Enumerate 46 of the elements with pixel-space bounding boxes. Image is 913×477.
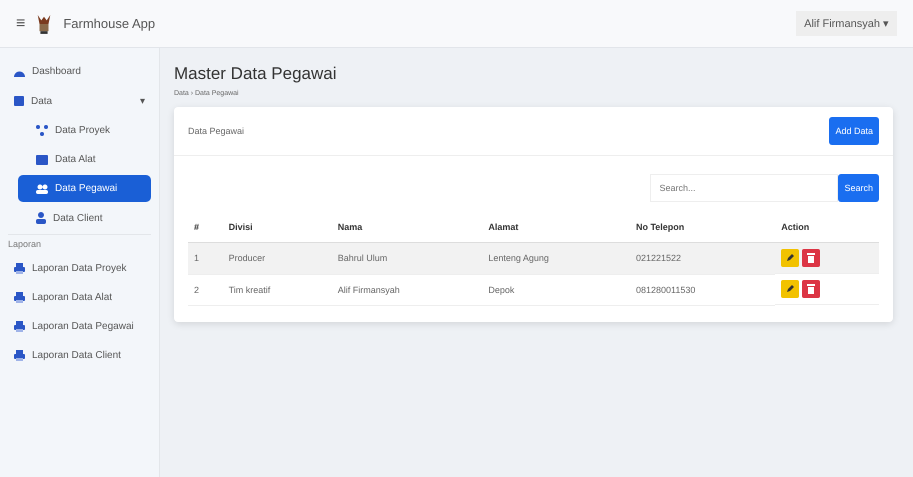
- printer-icon: [14, 321, 25, 332]
- search-field[interactable]: Search...: [650, 174, 838, 202]
- users-icon: [36, 184, 48, 194]
- add-data-button[interactable]: Add Data: [829, 117, 879, 145]
- box-icon: [36, 154, 48, 164]
- delete-button[interactable]: [802, 280, 820, 298]
- sidebar-item[interactable]: Laporan Data Alat: [8, 284, 151, 311]
- trash-icon: [807, 253, 816, 263]
- table-cell: 2: [188, 274, 223, 305]
- table-cell: Lenteng Agung: [482, 242, 630, 274]
- table-cell: Tim kreatif: [222, 274, 332, 305]
- app-title[interactable]: Farmhouse App: [63, 16, 156, 31]
- sidebar-item[interactable]: Data Proyek: [18, 117, 151, 144]
- card-title: Data Pegawai: [188, 126, 244, 136]
- search-button[interactable]: Search: [838, 174, 879, 202]
- sidebar-item[interactable]: Data Alat: [18, 146, 151, 173]
- page-title: Master Data Pegawai: [174, 64, 338, 84]
- user-menu[interactable]: Alif Firmansyah ▾: [796, 11, 897, 36]
- menu-icon[interactable]: ≡: [16, 14, 26, 32]
- pencil-icon: [786, 285, 794, 293]
- table-cell: 021221522: [630, 242, 776, 274]
- table-cell: Bahrul Ulum: [332, 242, 482, 274]
- edit-button[interactable]: [781, 249, 800, 267]
- sidebar-item[interactable]: Laporan Data Pegawai: [8, 313, 151, 340]
- edit-button[interactable]: [781, 280, 800, 298]
- sidebar-heading: Laporan: [8, 234, 151, 253]
- delete-button[interactable]: [802, 249, 820, 267]
- sidebar-item[interactable]: Laporan Data Proyek: [8, 255, 151, 282]
- nodes-icon: [36, 125, 48, 136]
- table-cell: 1: [188, 242, 223, 274]
- square-icon: [14, 96, 24, 106]
- trash-icon: [807, 284, 816, 294]
- sidebar-item[interactable]: Data Pegawai: [18, 175, 151, 202]
- table-cell: 081280011530: [630, 274, 776, 305]
- sidebar-item[interactable]: Dashboard: [8, 58, 151, 85]
- printer-icon: [14, 350, 25, 361]
- pencil-icon: [786, 254, 794, 262]
- printer-icon: [14, 263, 25, 274]
- printer-icon: [14, 292, 25, 303]
- table-cell: Producer: [222, 242, 332, 274]
- table-cell: Depok: [482, 274, 630, 305]
- sidebar-item[interactable]: Laporan Data Client: [8, 342, 151, 369]
- user-icon: [36, 212, 46, 224]
- sidebar-item[interactable]: Data ▾: [8, 87, 151, 115]
- sidebar-item[interactable]: Data Client: [18, 204, 151, 232]
- table-cell: Alif Firmansyah: [332, 274, 482, 305]
